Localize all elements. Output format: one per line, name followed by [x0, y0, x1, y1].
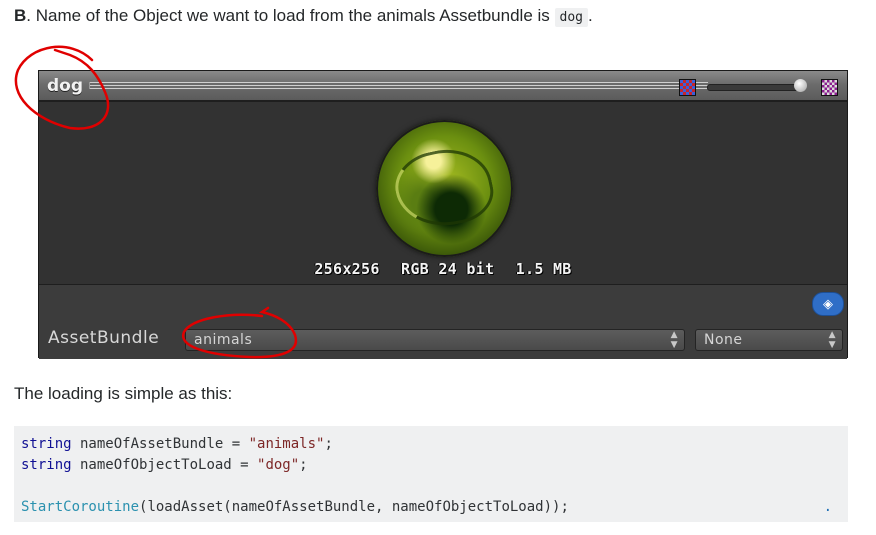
code-keyword: string: [21, 436, 72, 452]
code-string: "dog": [257, 457, 300, 473]
texture-preview-area: 256x256 RGB 24 bit 1.5 MB: [39, 102, 847, 284]
code-text: ;: [299, 457, 308, 473]
assetbundle-label: AssetBundle: [48, 328, 160, 348]
texture-preview-sphere: [376, 120, 513, 257]
alpha-channel-icon[interactable]: [821, 79, 838, 96]
code-keyword: string: [21, 457, 72, 473]
variant-value: None: [704, 332, 743, 348]
texture-info: 256x256 RGB 24 bit 1.5 MB: [39, 260, 847, 278]
tag-icon[interactable]: ◈: [812, 292, 844, 316]
rgb-channel-icon[interactable]: [679, 79, 696, 96]
assetbundle-value: animals: [194, 332, 253, 348]
slider-thumb[interactable]: [794, 79, 807, 92]
preview-drag-handle[interactable]: [89, 82, 708, 89]
code-function: StartCoroutine: [21, 499, 140, 515]
code-text: (loadAsset(nameOfAssetBundle, nameOfObje…: [139, 499, 569, 515]
variant-dropdown[interactable]: None ▲ ▼: [695, 329, 843, 351]
inline-code-dog: dog: [554, 8, 588, 27]
unity-inspector-panel: dog 256x256 RGB 24 bit 1.5 MB ◈ AssetBun…: [38, 70, 848, 359]
asset-name: dog: [47, 76, 84, 96]
code-text: nameOfObjectToLoad =: [71, 457, 258, 473]
assetbundle-dropdown[interactable]: animals ▲ ▼: [185, 329, 685, 351]
code-text: ;: [324, 436, 333, 452]
texture-format: RGB 24 bit: [401, 260, 495, 278]
mip-level-slider[interactable]: [707, 84, 805, 91]
assetbundle-bar: ◈ AssetBundle animals ▲ ▼ None ▲ ▼: [39, 284, 847, 359]
code-line: string nameOfAssetBundle = "animals";: [21, 434, 841, 455]
code-block: string nameOfAssetBundle = "animals"; st…: [14, 426, 848, 522]
intro-end: .: [587, 6, 593, 25]
intro-paragraph: B. Name of the Object we want to load fr…: [14, 6, 593, 28]
sphere-texture-figure: [389, 140, 499, 236]
loading-paragraph: The loading is simple as this:: [14, 384, 233, 403]
code-string: "animals": [248, 436, 325, 452]
intro-text: . Name of the Object we want to load fro…: [26, 6, 555, 25]
updown-arrows-icon: ▲ ▼: [828, 330, 836, 350]
section-letter: B: [14, 6, 27, 25]
preview-header: dog: [39, 71, 847, 102]
updown-arrows-icon: ▲ ▼: [670, 330, 678, 350]
code-line: string nameOfObjectToLoad = "dog";: [21, 455, 841, 476]
code-trailing-dot: .: [823, 499, 832, 515]
code-line: StartCoroutine(loadAsset(nameOfAssetBund…: [21, 497, 841, 518]
code-text: nameOfAssetBundle =: [71, 436, 249, 452]
texture-filesize: 1.5 MB: [515, 260, 572, 278]
texture-size: 256x256: [314, 260, 380, 278]
